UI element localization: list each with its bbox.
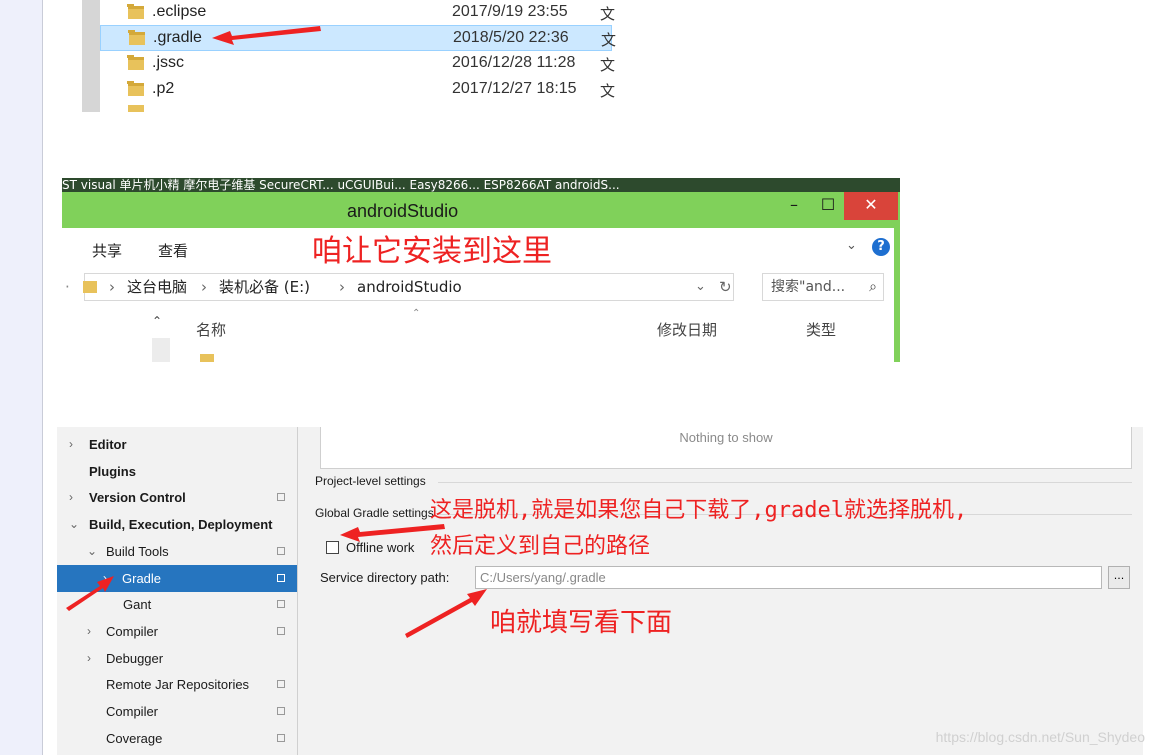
arrow-to-gradle-folder-icon xyxy=(212,26,321,45)
arrow-to-offline-checkbox-icon xyxy=(340,524,445,542)
arrow-to-service-path-icon xyxy=(405,589,487,638)
annotation-arrows xyxy=(66,26,487,638)
arrow-to-gradle-item-icon xyxy=(66,576,114,611)
watermark: https://blog.csdn.net/Sun_Shydeo xyxy=(935,729,1145,745)
